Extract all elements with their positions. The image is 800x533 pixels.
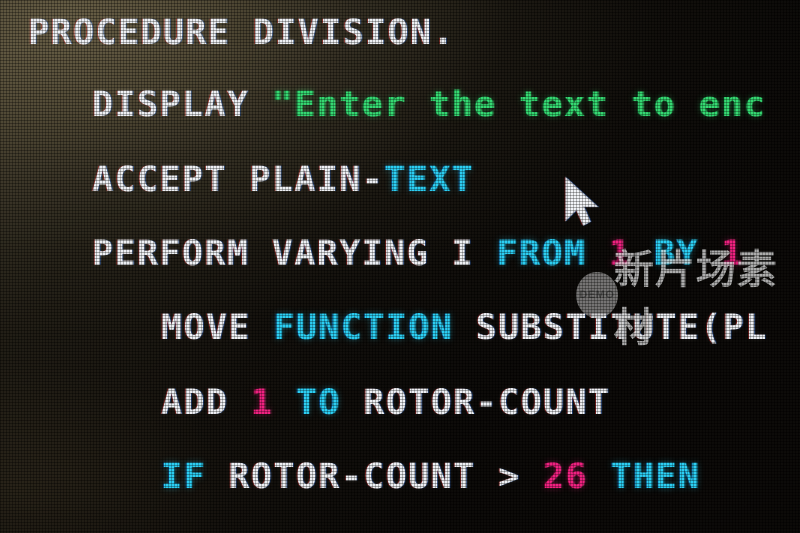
code-token: 1 xyxy=(698,234,744,274)
code-line-5[interactable]: MOVE FUNCTION SUBSTITUTE(PL xyxy=(0,291,800,365)
code-token: ACCEPT PLAIN- xyxy=(92,160,385,200)
code-line-2[interactable]: DISPLAY "Enter the text to enc xyxy=(0,68,800,142)
code-line-1[interactable]: PROCEDURE DIVISION. xyxy=(0,0,800,70)
code-token: ADD xyxy=(161,383,251,423)
code-token: 26 xyxy=(543,457,588,497)
code-token: PERFORM VARYING I xyxy=(92,234,497,274)
code-token: DISPLAY xyxy=(92,85,272,125)
code-token: FROM xyxy=(496,234,587,274)
code-token: THEN xyxy=(610,457,701,497)
code-line-6[interactable]: ADD 1 TO ROTOR-COUNT xyxy=(0,366,800,440)
code-token: FUNCTION xyxy=(273,308,454,348)
code-token: ROTOR-COUNT xyxy=(340,383,611,423)
code-token: "Enter the text to enc xyxy=(271,85,767,125)
code-token: MOVE xyxy=(161,308,274,348)
code-token: IF xyxy=(161,457,206,497)
code-editor-text[interactable]: PROCEDURE DIVISION. DISPLAY "Enter the te… xyxy=(0,0,800,533)
code-token: 1 xyxy=(586,234,654,274)
code-token: TO xyxy=(295,383,341,423)
code-token: SUBSTITUTE(PL xyxy=(453,308,768,348)
code-line-4[interactable]: PERFORM VARYING I FROM 1 BY 1 xyxy=(0,217,800,291)
code-token: BY xyxy=(653,234,699,274)
code-token: TEXT xyxy=(384,160,475,200)
code-line-7[interactable]: IF ROTOR-COUNT > 26 THEN xyxy=(0,440,800,514)
code-token: 1 xyxy=(250,383,274,423)
code-line-3[interactable]: ACCEPT PLAIN-TEXT xyxy=(0,143,800,217)
screen-photo: PROCEDURE DIVISION. DISPLAY "Enter the te… xyxy=(0,0,800,533)
code-token: ROTOR-COUNT > xyxy=(205,457,544,497)
code-token: PROCEDURE DIVISION. xyxy=(28,13,455,53)
